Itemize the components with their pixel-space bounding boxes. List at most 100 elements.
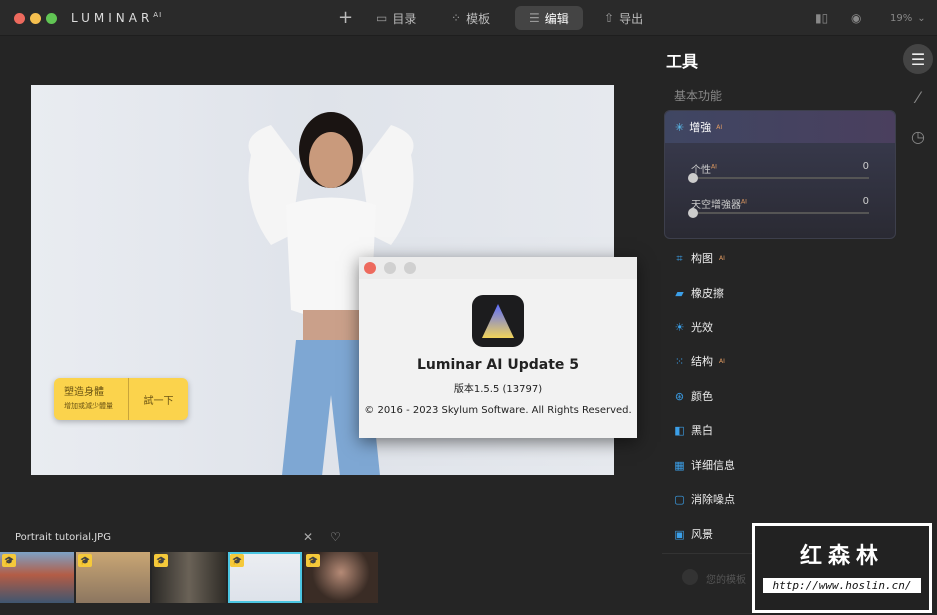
tab-export[interactable]: ⇧ 导出 xyxy=(604,6,643,30)
tutorial-icon: 🎓 xyxy=(306,554,320,567)
tool-label: 黑白 xyxy=(691,424,713,437)
crop-icon: ⌗ xyxy=(676,251,683,265)
tool-bw[interactable]: ◧ 黑白 xyxy=(674,422,713,438)
share-icon: ⇧ xyxy=(604,11,615,25)
add-button[interactable]: + xyxy=(338,5,353,29)
sliders-icon: ☰ xyxy=(529,11,540,25)
denoise-icon: ▢ xyxy=(674,492,685,506)
thumbnail-selected[interactable]: 🎓 xyxy=(228,552,302,603)
panel-title: 工具 xyxy=(666,52,699,71)
try-button[interactable]: 試一下 xyxy=(129,378,188,420)
tool-label: 详细信息 xyxy=(691,459,735,472)
watermark-url: http://www.hoslin.cn/ xyxy=(763,578,921,593)
tab-catalog-label: 目录 xyxy=(392,11,417,26)
brush-icon[interactable]: ⁄ xyxy=(903,82,933,112)
app-logo: LUMINARAI xyxy=(71,11,162,25)
reject-icon[interactable]: ✕ xyxy=(303,530,313,544)
folder-icon: ▭ xyxy=(376,11,388,25)
eye-icon[interactable]: ◉ xyxy=(851,6,861,30)
tab-templates-label: 模板 xyxy=(466,11,491,26)
ai-badge: AI xyxy=(719,254,725,262)
filmstrip-filename: Portrait tutorial.JPG xyxy=(15,532,111,543)
about-copyright: © 2016 - 2023 Skylum Software. All Right… xyxy=(364,405,632,416)
hint-subtitle: 增加或減少體量 xyxy=(64,402,113,410)
minimize-window-button[interactable] xyxy=(30,13,41,24)
bw-icon: ◧ xyxy=(674,423,685,437)
dialog-titlebar xyxy=(359,257,637,279)
tool-details[interactable]: ▦ 详细信息 xyxy=(674,457,735,473)
slider-knob[interactable] xyxy=(688,208,698,218)
tool-label: 光效 xyxy=(691,321,713,334)
tab-export-label: 导出 xyxy=(619,11,644,26)
ai-badge: AI xyxy=(719,357,725,365)
about-dialog: Luminar AI Update 5 版本1.5.5 (13797) © 20… xyxy=(359,257,637,438)
tool-label: 风景 xyxy=(691,528,713,541)
watermark: 红森林 http://www.hoslin.cn/ xyxy=(752,523,932,613)
tool-structure[interactable]: ⁙ 结构 AI xyxy=(674,353,725,369)
template-avatar xyxy=(682,569,698,585)
tool-denoise[interactable]: ▢ 消除噪点 xyxy=(674,491,735,507)
thumbnail[interactable]: 🎓 xyxy=(76,552,150,603)
slider-track xyxy=(691,212,869,214)
landscape-icon: ▣ xyxy=(674,527,685,541)
tool-label: 构图 xyxy=(691,252,713,265)
body-shape-hint: 塑造身體增加或減少體量 試一下 xyxy=(54,378,188,420)
ai-badge: AI xyxy=(711,163,717,171)
tab-edit[interactable]: ☰ 编辑 xyxy=(515,6,583,30)
slider-label: 天空增強器 xyxy=(691,200,741,211)
color-icon: ⊛ xyxy=(674,389,685,403)
sky-enhancer-slider[interactable]: 天空增強器AI 0 xyxy=(688,196,869,218)
enhance-header[interactable]: ✳ 增強 AI xyxy=(665,111,895,143)
tutorial-icon: 🎓 xyxy=(154,554,168,567)
tool-light[interactable]: ☀ 光效 xyxy=(674,319,713,335)
enhance-ai-tool: ✳ 增強 AI 个性AI 0 天空增強器AI 0 xyxy=(664,110,896,239)
maximize-window-button[interactable] xyxy=(46,13,57,24)
light-icon: ☀ xyxy=(674,320,685,334)
top-bar: LUMINARAI + ▭ 目录 ⁘ 模板 ☰ 编辑 ⇧ 导出 ▮▯ ◉ 19% ⌄ xyxy=(0,0,937,36)
hint-title: 塑造身體 xyxy=(64,387,104,398)
brand-text: LUMINAR xyxy=(71,11,154,25)
app-icon xyxy=(472,295,524,347)
history-icon[interactable]: ◷ xyxy=(903,121,933,151)
tutorial-icon: 🎓 xyxy=(2,554,16,567)
slider-value: 0 xyxy=(862,161,869,172)
tool-label: 颜色 xyxy=(691,390,713,403)
dialog-zoom-button xyxy=(404,262,416,274)
section-essentials[interactable]: 基本功能 xyxy=(674,87,722,104)
compare-icon[interactable]: ▮▯ xyxy=(815,6,828,30)
close-window-button[interactable] xyxy=(14,13,25,24)
slider-track xyxy=(691,177,869,179)
tool-color[interactable]: ⊛ 颜色 xyxy=(674,388,713,404)
tool-landscape[interactable]: ▣ 风景 xyxy=(674,526,713,542)
favorite-icon[interactable]: ♡ xyxy=(330,530,341,544)
tool-erase[interactable]: ▰ 橡皮擦 xyxy=(674,285,724,301)
brand-sup: AI xyxy=(153,11,163,19)
tool-label: 结构 xyxy=(691,355,713,368)
dialog-minimize-button xyxy=(384,262,396,274)
slider-knob[interactable] xyxy=(688,173,698,183)
zoom-select[interactable]: 19% ⌄ xyxy=(890,6,926,30)
thumbnail[interactable]: 🎓 xyxy=(152,552,226,603)
dialog-close-button[interactable] xyxy=(364,262,376,274)
about-title: Luminar AI Update 5 xyxy=(416,357,580,373)
slider-value: 0 xyxy=(862,196,869,207)
your-templates-label[interactable]: 您的模板 xyxy=(706,571,746,586)
tool-crop[interactable]: ⌗ 构图 AI xyxy=(674,250,725,266)
tool-label: 橡皮擦 xyxy=(691,287,724,300)
zoom-value: 19% xyxy=(890,12,913,24)
chevron-down-icon: ⌄ xyxy=(917,12,926,24)
enhance-label: 增強 xyxy=(689,121,712,134)
tab-templates[interactable]: ⁘ 模板 xyxy=(451,6,490,30)
tab-catalog[interactable]: ▭ 目录 xyxy=(376,6,416,30)
tab-edit-label: 编辑 xyxy=(544,11,569,26)
tool-label: 消除噪点 xyxy=(691,493,735,506)
watermark-name: 红森林 xyxy=(799,544,884,569)
wand-icon: ⁘ xyxy=(451,11,462,25)
tools-icon[interactable]: ☰ xyxy=(903,44,933,74)
filmstrip: 🎓 🎓 🎓 🎓 🎓 xyxy=(0,552,378,603)
tutorial-icon: 🎓 xyxy=(78,554,92,567)
thumbnail[interactable]: 🎓 xyxy=(304,552,378,603)
accent-slider[interactable]: 个性AI 0 xyxy=(688,161,869,183)
structure-icon: ⁙ xyxy=(674,354,685,368)
thumbnail[interactable]: 🎓 xyxy=(0,552,74,603)
